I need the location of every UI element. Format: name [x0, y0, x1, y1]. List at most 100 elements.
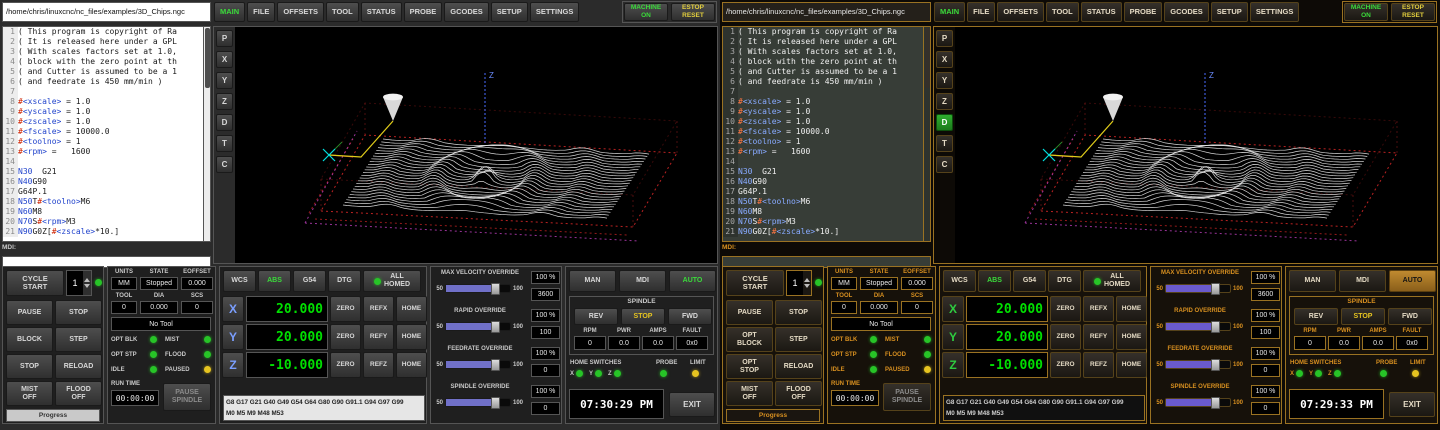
feedrate-override-slider[interactable] [1165, 360, 1231, 369]
tab-offsets[interactable]: OFFSETS [997, 2, 1044, 22]
all-homed-button[interactable]: ALL HOMED [363, 270, 421, 292]
flood-off-button[interactable]: FLOOD OFF [775, 381, 822, 406]
pause-spindle-button[interactable]: PAUSE SPINDLE [163, 383, 211, 411]
axis-x-button[interactable]: X [222, 296, 244, 322]
slider-thumb[interactable] [491, 397, 500, 409]
man-mode-button[interactable]: MAN [569, 270, 616, 292]
tab-gcodes[interactable]: GCODES [1164, 2, 1209, 22]
slider-thumb[interactable] [1211, 283, 1220, 295]
ref-y-button[interactable]: REFY [1083, 324, 1114, 350]
zero-y-button[interactable]: ZERO [1050, 324, 1081, 350]
tab-setup[interactable]: SETUP [491, 2, 528, 22]
max-velocity-override-slider[interactable] [1165, 284, 1231, 293]
spindle-stop-button[interactable]: STOP [621, 308, 665, 325]
spindle-rev-button[interactable]: REV [574, 308, 618, 325]
auto-mode-button[interactable]: AUTO [669, 270, 716, 292]
tab-probe[interactable]: PROBE [404, 2, 443, 22]
home-y-button[interactable]: HOME [396, 324, 427, 350]
opt-block-button[interactable]: BLOCK [6, 327, 53, 352]
home-z-button[interactable]: HOME [396, 352, 427, 378]
scrollbar-thumb[interactable] [925, 28, 930, 88]
zero-x-button[interactable]: ZERO [1050, 296, 1081, 322]
view-z-button[interactable]: Z [936, 93, 953, 110]
reload-button[interactable]: RELOAD [55, 354, 102, 379]
tab-main[interactable]: MAIN [214, 2, 245, 22]
view-perspective-button[interactable]: P [216, 30, 233, 47]
slider-thumb[interactable] [491, 283, 500, 295]
zero-z-button[interactable]: ZERO [330, 352, 361, 378]
g54-button[interactable]: G54 [1013, 270, 1046, 292]
view-y-button[interactable]: Y [216, 72, 233, 89]
axis-z-button[interactable]: Z [222, 352, 244, 378]
max-velocity-override-slider[interactable] [445, 284, 511, 293]
spindle-override-slider[interactable] [1165, 398, 1231, 407]
zero-x-button[interactable]: ZERO [330, 296, 361, 322]
axis-z-button[interactable]: Z [942, 352, 964, 378]
ref-y-button[interactable]: REFY [363, 324, 394, 350]
all-homed-button[interactable]: ALL HOMED [1083, 270, 1141, 292]
tab-settings[interactable]: SETTINGS [1250, 2, 1300, 22]
view-z-button[interactable]: Z [216, 93, 233, 110]
exit-button[interactable]: EXIT [669, 392, 715, 417]
rapid-override-slider[interactable] [1165, 322, 1231, 331]
spindle-rev-button[interactable]: REV [1294, 308, 1338, 325]
estop-reset-button[interactable]: ESTOP RESET [1391, 3, 1435, 21]
opt-stop-button[interactable]: STOP [6, 354, 53, 379]
mdi-mode-button[interactable]: MDI [1339, 270, 1386, 292]
slider-thumb[interactable] [491, 359, 500, 371]
tab-status[interactable]: STATUS [361, 2, 402, 22]
dtg-button[interactable]: DTG [1048, 270, 1081, 292]
cycle-repeat-spinbox[interactable]: 1 [786, 270, 812, 296]
scrollbar-thumb[interactable] [205, 28, 210, 88]
mdi-mode-button[interactable]: MDI [619, 270, 666, 292]
slider-thumb[interactable] [491, 321, 500, 333]
view-clear-button[interactable]: C [216, 156, 233, 173]
spindle-override-slider[interactable] [445, 398, 511, 407]
cycle-start-button[interactable]: CYCLE START [726, 270, 784, 296]
view-perspective-button[interactable]: P [936, 30, 953, 47]
exit-button[interactable]: EXIT [1389, 392, 1435, 417]
tab-tool[interactable]: TOOL [1046, 2, 1079, 22]
view-dimensions-button[interactable]: D [216, 114, 233, 131]
stop-button[interactable]: STOP [775, 300, 822, 325]
spin-down-icon[interactable] [84, 284, 90, 288]
view-x-button[interactable]: X [936, 51, 953, 68]
tab-main[interactable]: MAIN [934, 2, 965, 22]
axis-x-button[interactable]: X [942, 296, 964, 322]
abs-button[interactable]: ABS [978, 270, 1011, 292]
tab-setup[interactable]: SETUP [1211, 2, 1248, 22]
ref-x-button[interactable]: REFX [1083, 296, 1114, 322]
wcs-button[interactable]: WCS [943, 270, 976, 292]
pause-button[interactable]: PAUSE [726, 300, 773, 325]
auto-mode-button[interactable]: AUTO [1389, 270, 1436, 292]
cycle-repeat-spinbox[interactable]: 1 [66, 270, 92, 296]
mist-off-button[interactable]: MIST OFF [726, 381, 773, 406]
ref-x-button[interactable]: REFX [363, 296, 394, 322]
spin-up-icon[interactable] [804, 278, 810, 282]
slider-thumb[interactable] [1211, 321, 1220, 333]
spindle-fwd-button[interactable]: FWD [1388, 308, 1432, 325]
view-dimensions-button[interactable]: D [936, 114, 953, 131]
axis-y-button[interactable]: Y [942, 324, 964, 350]
rapid-override-slider[interactable] [445, 322, 511, 331]
view-x-button[interactable]: X [216, 51, 233, 68]
wcs-button[interactable]: WCS [223, 270, 256, 292]
step-button[interactable]: STEP [775, 327, 822, 352]
tab-gcodes[interactable]: GCODES [444, 2, 489, 22]
spindle-fwd-button[interactable]: FWD [668, 308, 712, 325]
opt-block-button[interactable]: OPT BLOCK [726, 327, 773, 352]
editor-scrollbar[interactable] [203, 27, 210, 241]
spin-up-icon[interactable] [84, 278, 90, 282]
gcode-editor[interactable]: 1( This program is copyright of Ra 2( It… [722, 26, 931, 242]
estop-reset-button[interactable]: ESTOP RESET [671, 3, 715, 21]
tab-offsets[interactable]: OFFSETS [277, 2, 324, 22]
home-x-button[interactable]: HOME [396, 296, 427, 322]
home-x-button[interactable]: HOME [1116, 296, 1147, 322]
flood-off-button[interactable]: FLOOD OFF [55, 381, 102, 406]
cycle-start-button[interactable]: CYCLE START [6, 270, 64, 296]
slider-thumb[interactable] [1211, 397, 1220, 409]
mist-off-button[interactable]: MIST OFF [6, 381, 53, 406]
home-z-button[interactable]: HOME [1116, 352, 1147, 378]
view-tool-button[interactable]: T [936, 135, 953, 152]
view-y-button[interactable]: Y [936, 72, 953, 89]
